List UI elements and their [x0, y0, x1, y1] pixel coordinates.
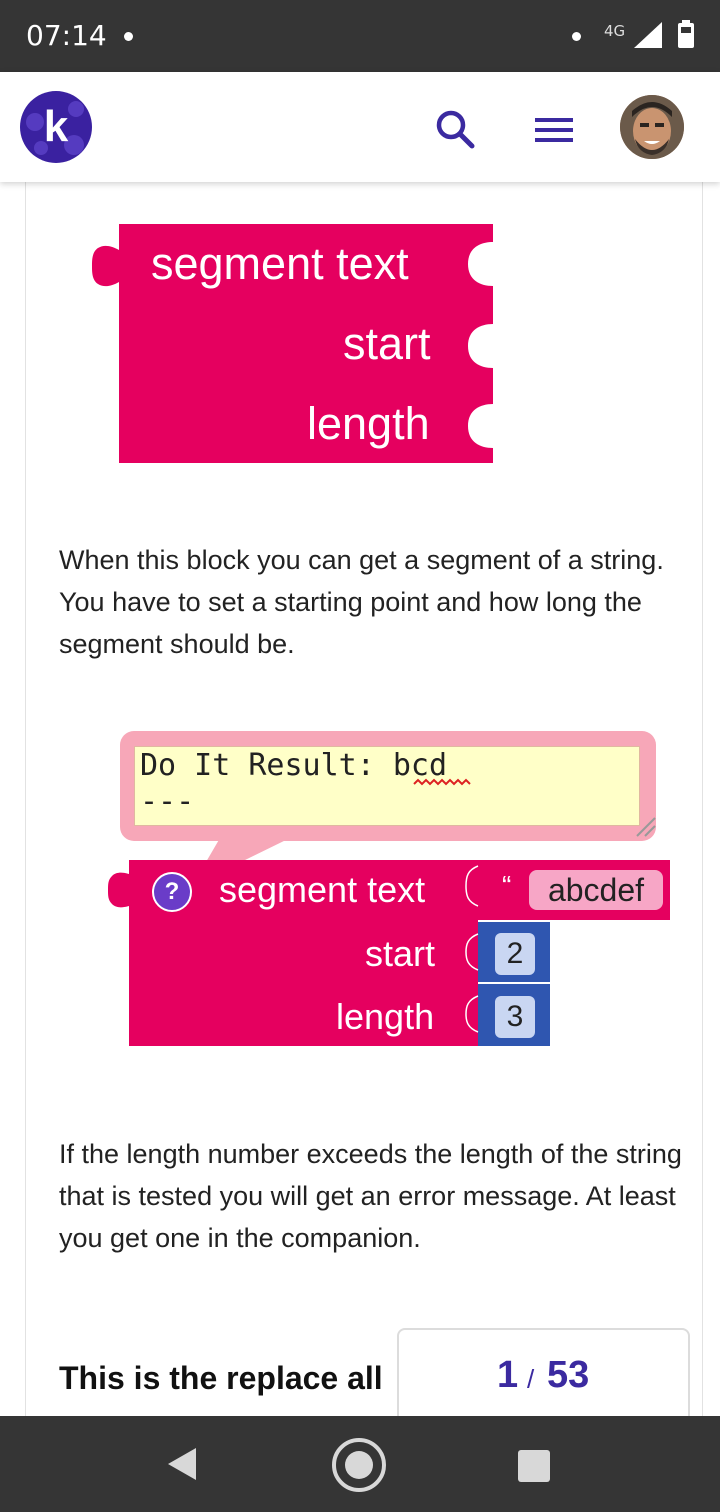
- hamburger-menu-icon[interactable]: [532, 110, 576, 150]
- block2-row-start: start: [365, 933, 436, 974]
- recents-square-icon[interactable]: [518, 1450, 550, 1482]
- signal-icon: [634, 22, 662, 48]
- section-heading-replace-all: This is the replace all: [59, 1360, 383, 1396]
- block1-row-length: length: [307, 398, 430, 449]
- site-logo[interactable]: k: [20, 91, 92, 163]
- avatar-face-icon: [620, 95, 684, 159]
- result-line-2: ---: [140, 784, 195, 819]
- do-it-result-text: Do It Result: bcd ---: [140, 748, 447, 820]
- user-avatar[interactable]: [620, 95, 684, 159]
- help-question-icon[interactable]: ?: [152, 872, 192, 912]
- start-number-input[interactable]: 2: [495, 933, 535, 975]
- notification-dot-icon: [124, 32, 133, 41]
- text-input-value[interactable]: abcdef: [529, 870, 663, 910]
- block2-row-segment-text: segment text: [219, 869, 426, 910]
- back-triangle-icon[interactable]: [166, 1446, 198, 1482]
- quote-glyph: “: [502, 870, 512, 901]
- block1-row-segment-text: segment text: [151, 238, 409, 289]
- post-number-separator: /: [527, 1364, 535, 1394]
- home-circle-icon[interactable]: [330, 1436, 388, 1494]
- site-header: k: [0, 72, 720, 182]
- length-number-input[interactable]: 3: [495, 996, 535, 1038]
- system-nav-bar: [0, 1416, 720, 1512]
- paragraph-segment-description: When this block you can get a segment of…: [59, 545, 664, 659]
- battery-icon: [678, 20, 694, 48]
- network-type: 4G: [604, 22, 626, 40]
- status-dot-icon: [572, 32, 581, 41]
- result-line-1: Do It Result: bcd: [140, 748, 448, 783]
- spellcheck-underline: [413, 778, 471, 786]
- total-post-count: 53: [547, 1354, 590, 1396]
- comment-resize-handle-icon[interactable]: [633, 814, 657, 838]
- status-time: 07:14: [26, 19, 107, 52]
- paragraph-length-error: If the length number exceeds the length …: [59, 1139, 682, 1253]
- search-icon[interactable]: [432, 106, 478, 152]
- block1-row-start: start: [343, 318, 431, 369]
- post-progress-indicator[interactable]: 1 / 53: [397, 1328, 690, 1428]
- current-post-number: 1: [497, 1354, 519, 1396]
- block2-row-length: length: [336, 996, 435, 1037]
- status-bar: 07:14 4G: [0, 0, 720, 72]
- logo-letter: k: [43, 102, 69, 151]
